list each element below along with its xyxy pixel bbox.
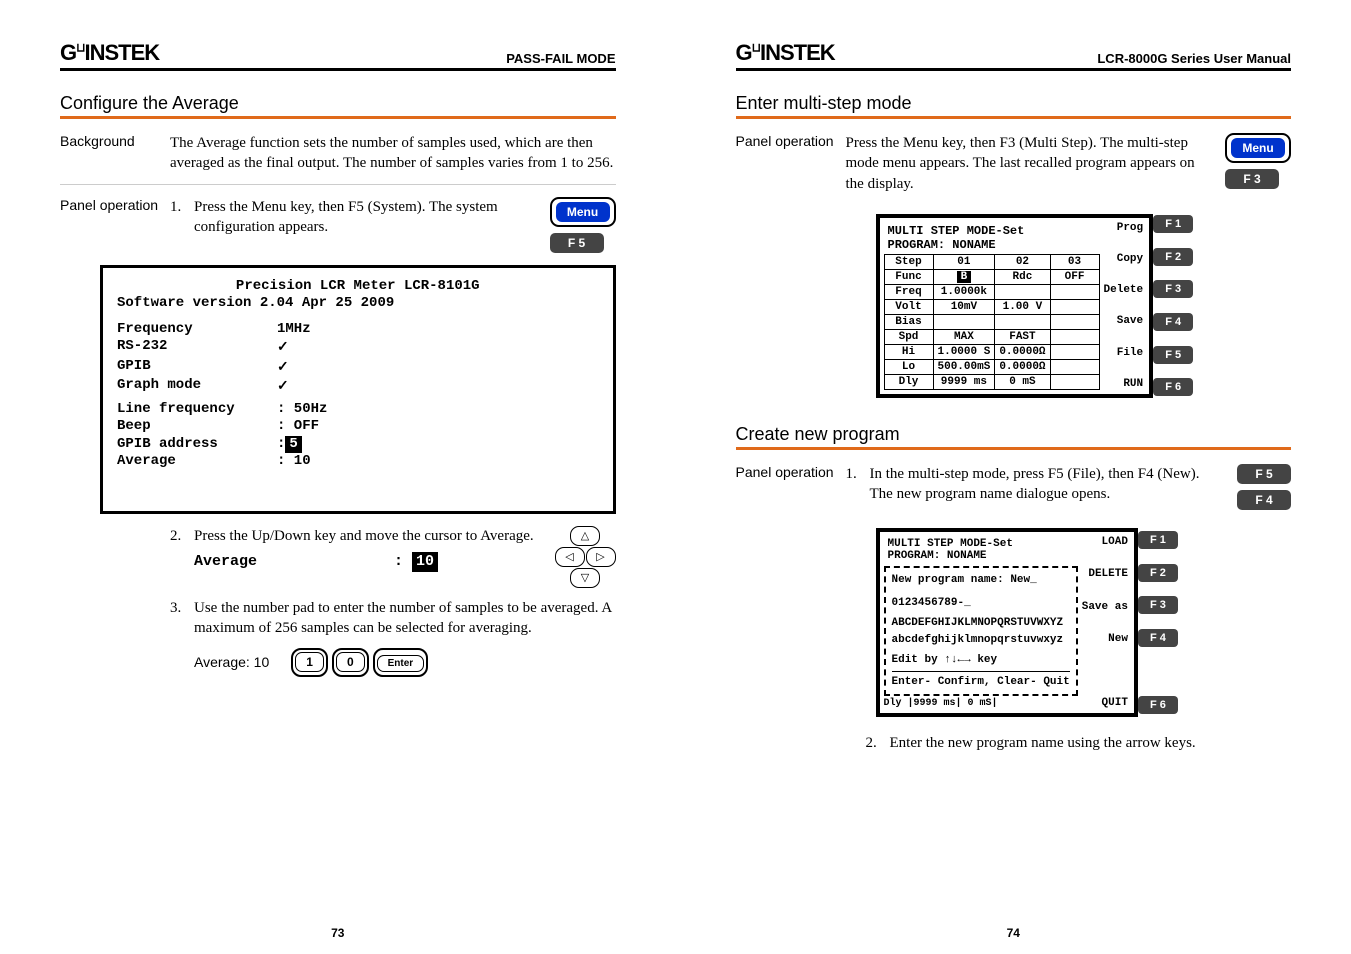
- header-left: G⊔INSTEK PASS-FAIL MODE: [60, 40, 616, 71]
- numkey-1[interactable]: 1: [291, 648, 328, 676]
- f6-key-d[interactable]: F 6: [1138, 696, 1178, 714]
- r-step1-text: Press the Menu key, then F3 (Multi Step)…: [846, 133, 1208, 194]
- softkey-delete2[interactable]: DELETE: [1082, 568, 1130, 580]
- menu-key[interactable]: Menu: [550, 197, 616, 227]
- r-step2-2-text: Enter the new program name using the arr…: [890, 733, 1196, 753]
- softkey-delete[interactable]: Delete: [1104, 284, 1146, 296]
- section-enter-ms: Enter multi-step mode: [736, 93, 1292, 114]
- average-label: Average: [194, 552, 394, 572]
- f6-key[interactable]: F 6: [1153, 378, 1193, 396]
- text-background: The Average function sets the number of …: [170, 133, 616, 174]
- scr-title: Precision LCR Meter LCR-8101G: [117, 278, 599, 296]
- softkey-save[interactable]: Save: [1104, 315, 1146, 327]
- f1-key[interactable]: F 1: [1153, 215, 1193, 233]
- check-icon: [277, 377, 289, 397]
- label-background: Background: [60, 133, 170, 174]
- check-icon: [277, 338, 289, 358]
- orange-rule: [60, 116, 616, 119]
- arrow-pad-icon[interactable]: △ ◁▷ ▽: [555, 526, 616, 588]
- label-panel-op: Panel operation: [60, 197, 170, 253]
- numkey-0[interactable]: 0: [332, 648, 369, 676]
- f2-key-d[interactable]: F 2: [1138, 564, 1178, 582]
- header-title-left: PASS-FAIL MODE: [506, 51, 615, 66]
- new-prog-name: New program name: New_: [892, 572, 1070, 589]
- header-title-right: LCR-8000G Series User Manual: [1097, 51, 1291, 66]
- brand-logo: G⊔INSTEK: [736, 40, 835, 66]
- lcd-screen-dialog: MULTI STEP MODE-SetPROGRAM: NONAME New p…: [876, 528, 1138, 717]
- lcd-screen-system: Precision LCR Meter LCR-8101G Software v…: [100, 265, 616, 514]
- f5-key[interactable]: F 5: [550, 233, 604, 253]
- section-create-prog: Create new program: [736, 424, 1292, 445]
- page-right: G⊔INSTEK LCR-8000G Series User Manual En…: [676, 0, 1351, 954]
- page-number-right: 74: [676, 926, 1351, 940]
- divider: [60, 184, 616, 185]
- softkey-saveas[interactable]: Save as: [1082, 601, 1130, 613]
- f4-key-d[interactable]: F 4: [1138, 629, 1178, 647]
- r-step2-1-text: In the multi-step mode, press F5 (File),…: [870, 464, 1220, 510]
- example-label: Average: 10: [194, 653, 269, 672]
- page-left: G⊔INSTEK PASS-FAIL MODE Configure the Av…: [0, 0, 676, 954]
- f4-key[interactable]: F 4: [1153, 313, 1193, 331]
- brand-logo: G⊔INSTEK: [60, 40, 159, 66]
- f5-key[interactable]: F 5: [1153, 346, 1193, 364]
- step2-text: Press the Up/Down key and move the curso…: [194, 526, 539, 546]
- menu-key-r[interactable]: Menu: [1225, 133, 1291, 163]
- orange-rule: [736, 447, 1292, 450]
- softkey-file[interactable]: File: [1104, 347, 1146, 359]
- label-panel-op-r2: Panel operation: [736, 464, 846, 510]
- orange-rule: [736, 116, 1292, 119]
- f3-key[interactable]: F 3: [1153, 280, 1193, 298]
- softkey-new[interactable]: New: [1082, 633, 1130, 645]
- page-number-left: 73: [0, 926, 676, 940]
- label-panel-op-r: Panel operation: [736, 133, 846, 194]
- section-title-configure: Configure the Average: [60, 93, 616, 114]
- softkey-copy[interactable]: Copy: [1104, 253, 1146, 265]
- softkey-load[interactable]: LOAD: [1082, 536, 1130, 548]
- f1-key-d[interactable]: F 1: [1138, 531, 1178, 549]
- f2-key[interactable]: F 2: [1153, 248, 1193, 266]
- f3-key-d[interactable]: F 3: [1138, 596, 1178, 614]
- gpib-highlight: 5: [285, 436, 301, 454]
- lcd-screen-multistep: MULTI STEP MODE-SetPROGRAM: NONAME Step0…: [876, 214, 1154, 398]
- step3-text: Use the number pad to enter the number o…: [194, 598, 616, 639]
- scr-version: Software version 2.04 Apr 25 2009: [117, 295, 599, 313]
- ms-table: Step010203 FuncBRdcOFF Freq1.0000k Volt1…: [884, 254, 1100, 390]
- f5-key-b[interactable]: F 5: [1237, 464, 1291, 484]
- softkey-prog[interactable]: Prog: [1104, 222, 1146, 234]
- step1-text: Press the Menu key, then F5 (System). Th…: [194, 197, 532, 253]
- header-right: G⊔INSTEK LCR-8000G Series User Manual: [736, 40, 1292, 71]
- numkey-enter[interactable]: Enter: [373, 648, 429, 676]
- softkey-quit[interactable]: QUIT: [1082, 697, 1130, 709]
- average-value-hi: 10: [412, 552, 438, 572]
- f4-key-b[interactable]: F 4: [1237, 490, 1291, 510]
- softkey-run[interactable]: RUN: [1104, 378, 1146, 390]
- f3-key[interactable]: F 3: [1225, 169, 1279, 189]
- check-icon: [277, 358, 289, 378]
